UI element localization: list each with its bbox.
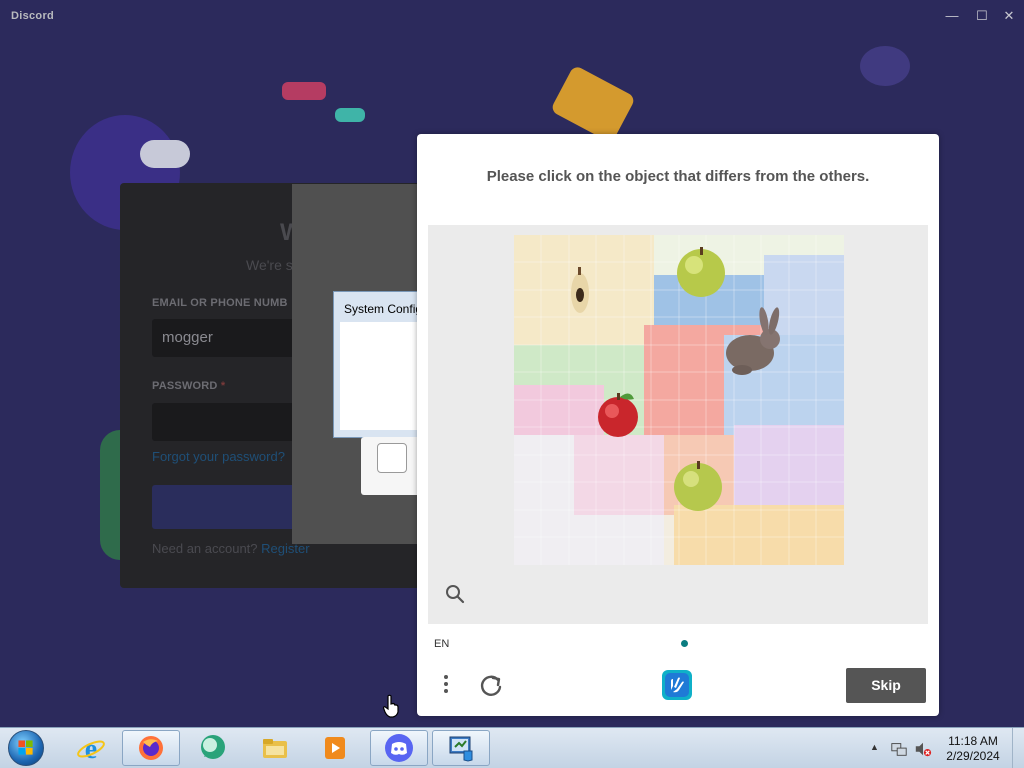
- search-icon[interactable]: [444, 583, 466, 605]
- dialog-title: System Configu: [344, 302, 429, 316]
- maximize-button[interactable]: ☐: [973, 7, 991, 25]
- clock-time: 11:18 AM: [948, 734, 998, 748]
- app-title: Discord: [11, 10, 55, 22]
- volume-muted-icon[interactable]: [914, 740, 932, 758]
- refresh-icon[interactable]: [477, 672, 505, 700]
- title-bar: Discord — ☐ ✕: [0, 4, 1024, 28]
- start-button[interactable]: [8, 730, 44, 766]
- login-subtitle: We're s: [246, 257, 293, 273]
- taskbar-chat-app[interactable]: [184, 730, 242, 766]
- background-decoration: [549, 64, 637, 144]
- taskbar: e ▲ 11:18 AM 2/29/2024: [0, 727, 1024, 768]
- minimize-button[interactable]: —: [943, 7, 961, 25]
- hand-cursor-icon: [382, 694, 399, 718]
- captcha-challenge: Please click on the object that differs …: [417, 134, 939, 716]
- show-hidden-icons-button[interactable]: ▲: [870, 742, 879, 752]
- taskbar-discord[interactable]: [370, 730, 428, 766]
- network-icon[interactable]: [890, 740, 908, 758]
- page-indicator: [681, 640, 688, 647]
- captcha-prompt: Please click on the object that differs …: [486, 168, 870, 185]
- close-button[interactable]: ✕: [1000, 7, 1018, 25]
- password-label: PASSWORD *: [152, 380, 226, 392]
- folder-icon: [263, 739, 287, 758]
- taskbar-file-explorer[interactable]: [246, 730, 304, 766]
- background-decoration: [335, 108, 365, 122]
- skip-button[interactable]: Skip: [846, 668, 926, 703]
- hcaptcha-logo-icon: [662, 670, 692, 700]
- firefox-icon: [139, 736, 163, 760]
- taskbar-system-configuration[interactable]: [432, 730, 490, 766]
- show-desktop-button[interactable]: [1012, 728, 1024, 768]
- chat-app-icon: [201, 735, 225, 759]
- svg-text:e: e: [85, 734, 97, 763]
- captcha-checkbox[interactable]: [377, 443, 407, 473]
- language-selector[interactable]: EN: [434, 638, 449, 650]
- background-decoration: [860, 46, 910, 86]
- discord-window: Discord — ☐ ✕ W We're s EMAIL OR PHONE N…: [0, 0, 1024, 727]
- more-vertical-icon[interactable]: [439, 672, 453, 700]
- captcha-image[interactable]: [514, 235, 844, 565]
- system-clock[interactable]: 11:18 AM 2/29/2024: [940, 734, 1006, 764]
- internet-explorer-icon: e: [77, 734, 105, 763]
- clock-date: 2/29/2024: [946, 749, 1000, 763]
- taskbar-media-player[interactable]: [306, 730, 364, 766]
- windows-logo-icon: [18, 740, 33, 755]
- need-account-text: Need an account? Register: [152, 541, 310, 556]
- system-configuration-icon: [449, 736, 473, 762]
- background-decoration: [282, 82, 326, 100]
- discord-icon: [385, 734, 413, 762]
- taskbar-firefox[interactable]: [122, 730, 180, 766]
- captcha-image-area: [428, 225, 928, 624]
- media-player-icon: [325, 737, 345, 759]
- taskbar-internet-explorer[interactable]: e: [62, 730, 120, 766]
- background-decoration: [140, 140, 190, 168]
- email-label: EMAIL OR PHONE NUMB: [152, 297, 288, 309]
- captcha-checkbox-card: [361, 437, 421, 495]
- forgot-password-link[interactable]: Forgot your password?: [152, 449, 285, 464]
